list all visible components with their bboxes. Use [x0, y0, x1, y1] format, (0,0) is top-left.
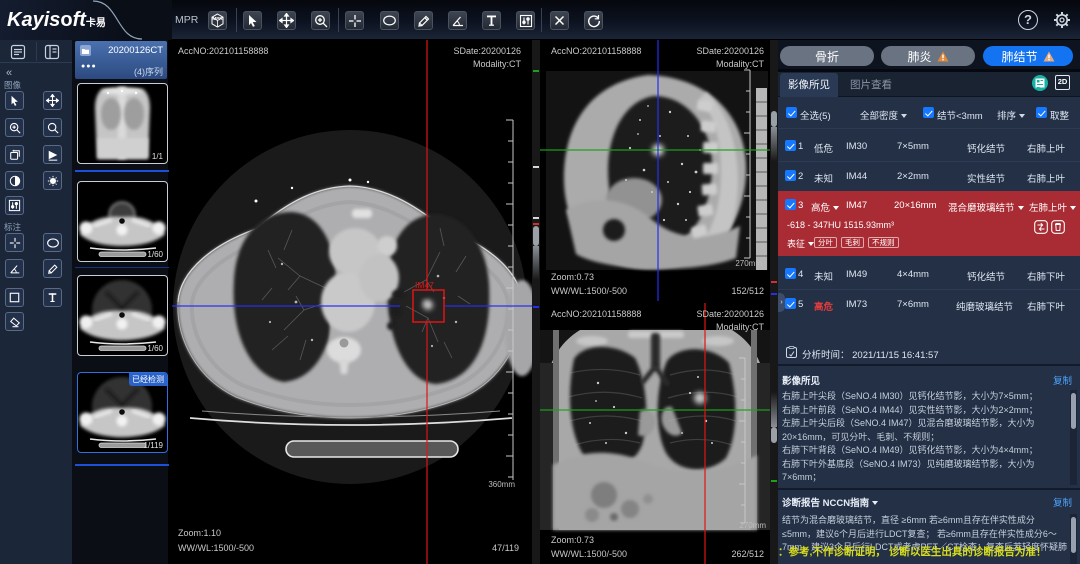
svg-text:270mm: 270mm — [739, 521, 766, 530]
svg-text:360mm: 360mm — [488, 480, 515, 489]
svg-text:IM47: IM47 — [415, 280, 434, 290]
svg-text:MPR: MPR — [213, 16, 224, 21]
svg-text:270mm: 270mm — [735, 259, 762, 268]
